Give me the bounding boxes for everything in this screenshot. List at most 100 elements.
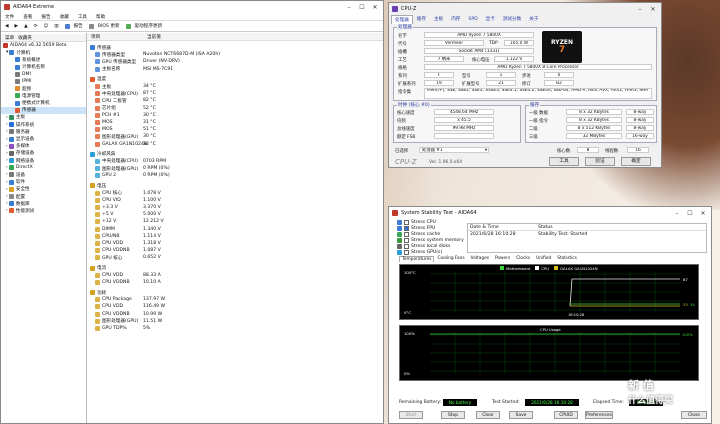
tree-item-storage[interactable]: › 存储设备 [1, 150, 86, 157]
tab-favorites[interactable]: 收藏夹 [14, 35, 32, 41]
save-button[interactable]: Save [509, 411, 533, 419]
tree-item-overclock[interactable]: 超频 [1, 85, 86, 92]
menu-file[interactable]: 文件 [5, 14, 14, 20]
sensor-row[interactable]: 传感器类型 Nuvoton NCT6687D-M (ISA A20h) [87, 51, 383, 58]
minimize-button[interactable]: – [672, 210, 682, 217]
tree-item-motherboard[interactable]: › 主板 [1, 114, 86, 121]
tree-item-server[interactable]: › 服务器 [1, 128, 86, 135]
tree-item-computer[interactable]: ▾ 计算机 [1, 49, 86, 56]
tab-clocks[interactable]: Clocks [513, 255, 533, 262]
checkbox-icon[interactable] [404, 237, 409, 243]
close-dialog-button[interactable]: Close [681, 411, 707, 419]
minimize-button[interactable]: – [635, 6, 645, 13]
menu-help[interactable]: 帮助 [96, 14, 105, 20]
section-header[interactable]: 电压 [87, 182, 383, 189]
menu-report[interactable]: 报告 [41, 14, 50, 20]
tab-powers[interactable]: Powers [492, 255, 513, 262]
close-button[interactable]: ✕ [370, 4, 380, 11]
sensor-row[interactable]: CPU 核心 1.078 V [87, 190, 383, 197]
driver-update-button[interactable]: 驱动程序更新 [125, 23, 162, 29]
col-value[interactable]: 当前值 [143, 34, 161, 40]
tree-item-display[interactable]: › 显示设备 [1, 135, 86, 142]
checkbox-icon[interactable] [404, 249, 409, 255]
tab-bench[interactable]: 测试分数 [499, 14, 525, 24]
sensor-row[interactable]: CPU VDD 1.318 V [87, 240, 383, 247]
sensor-row[interactable]: 中央处理器(CPU) 87 °C [87, 90, 383, 97]
checkbox-icon[interactable] [404, 219, 409, 225]
sensor-row[interactable]: CPU VDDNB 1.087 V [87, 247, 383, 254]
close-button[interactable]: ✕ [698, 210, 708, 217]
tree-item-devices[interactable]: › 设备 [1, 171, 86, 178]
col-status[interactable]: Status [538, 225, 553, 230]
legend-cpu[interactable]: CPU [535, 266, 549, 271]
bios-update-button[interactable]: BIOS 更新 [88, 23, 120, 29]
sensor-row[interactable]: CPU VDDNB 10.10 A [87, 279, 383, 286]
sensor-row[interactable]: 图形处理器(GPU) 11.51 W [87, 318, 383, 325]
tab-unified[interactable]: Unified [533, 255, 554, 262]
tree-item-network[interactable]: › 网络设备 [1, 157, 86, 164]
user-icon[interactable]: ☺ [44, 24, 49, 29]
sensor-row[interactable]: MOS 51 °C [87, 126, 383, 133]
cpuid-button[interactable]: CPUID [554, 411, 578, 419]
sensor-row[interactable]: GPU 核心 0.652 V [87, 254, 383, 261]
sensor-row[interactable]: CPU VDDNB 10.99 W [87, 311, 383, 318]
sensor-row[interactable]: CPU/NB 1.114 V [87, 233, 383, 240]
tree-item-config[interactable]: › 配置 [1, 193, 86, 200]
tree-item-portable[interactable]: 便携式计算机 [1, 100, 86, 107]
tab-mainboard[interactable]: 主板 [430, 14, 447, 24]
start-button[interactable]: Start [399, 411, 423, 419]
section-header[interactable]: 功耗 [87, 289, 383, 296]
tree-item-root[interactable]: AIDA64 v6.32.5659 Beta [1, 42, 86, 49]
sensor-row[interactable]: GPU 2 0 RPM (0%) [87, 172, 383, 179]
tree-item-summary[interactable]: 系统概述 [1, 56, 86, 63]
forward-icon[interactable]: ▶ [15, 24, 19, 29]
menu-tools[interactable]: 工具 [78, 14, 87, 20]
stop-button[interactable]: Stop [441, 411, 465, 419]
report-button[interactable]: 报告 [64, 23, 83, 29]
section-header[interactable]: 电流 [87, 264, 383, 271]
tree-item-database[interactable]: › 数据库 [1, 200, 86, 207]
section-header[interactable]: 传感器 [87, 44, 383, 51]
sensor-row[interactable]: 中央处理器(CPU) 0703 RPM [87, 158, 383, 165]
tools-button[interactable]: 工具 [549, 157, 579, 166]
sensor-row[interactable]: GALAX GA1N1024N 33 °C [87, 140, 383, 147]
section-header[interactable]: 温度 [87, 76, 383, 83]
processor-select[interactable]: 处理器 #1 ▾ [419, 147, 489, 153]
sensor-row[interactable]: 芯片组 52 °C [87, 105, 383, 112]
sensor-row[interactable]: +12 V 12.212 V [87, 218, 383, 225]
sensor-row[interactable]: 主板名称 MSI MS-7C91 [87, 66, 383, 73]
maximize-button[interactable]: ☐ [685, 210, 695, 217]
sensor-row[interactable]: 图形处理器(GPU) 30 °C [87, 133, 383, 140]
tab-cpu[interactable]: 处理器 [391, 15, 413, 24]
preferences-button[interactable]: Preferences [585, 411, 613, 419]
tree-item-computer-name[interactable]: 计算机名称 [1, 64, 86, 71]
close-button[interactable]: ✕ [648, 6, 658, 13]
sensor-row[interactable]: CPU VDD 88.33 A [87, 272, 383, 279]
col-item[interactable]: 项目 [87, 34, 143, 40]
sensor-row[interactable]: +5 V 5.000 V [87, 211, 383, 218]
tab-temperatures[interactable]: Temperatures [399, 255, 435, 262]
sensor-row[interactable]: GPU 传感器类型 Driver (NV-DRV) [87, 58, 383, 65]
sensor-row[interactable]: +3.3 V 3.370 V [87, 204, 383, 211]
tree-item-directx[interactable]: › DirectX [1, 164, 86, 171]
tab-cooling-fans[interactable]: Cooling Fans [434, 255, 467, 262]
sensor-row[interactable]: 主板 34 °C [87, 83, 383, 90]
sensor-row[interactable]: CPU VDD 116.49 W [87, 303, 383, 310]
tab-memory[interactable]: 内存 [447, 14, 464, 24]
minimize-button[interactable]: – [344, 4, 354, 11]
chart-icon[interactable]: ▥ [54, 24, 58, 29]
tree-item-ipmi[interactable]: IPMI [1, 78, 86, 85]
tab-menu[interactable]: 菜单 [1, 35, 14, 41]
sensor-row[interactable]: CPU 二极管 82 °C [87, 97, 383, 104]
tree-item-security[interactable]: › 安全性 [1, 186, 86, 193]
aida64-titlebar[interactable]: AIDA64 Extreme – ☐ ✕ [1, 1, 383, 13]
checkbox-icon[interactable] [404, 231, 409, 237]
sensor-row[interactable]: 图形处理器(GPU) 0 RPM (0%) [87, 165, 383, 172]
stress-option[interactable]: Stress system memory [397, 237, 464, 243]
ok-button[interactable]: 确定 [621, 157, 651, 166]
legend-gpu[interactable]: GALAX GA1N1024N [554, 266, 598, 271]
sensor-row[interactable]: GPU TDP% 5% [87, 325, 383, 332]
sensor-row[interactable]: CPU Package 137.97 W [87, 296, 383, 303]
tab-statistics[interactable]: Statistics [554, 255, 580, 262]
validate-button[interactable]: 验证 [585, 157, 615, 166]
